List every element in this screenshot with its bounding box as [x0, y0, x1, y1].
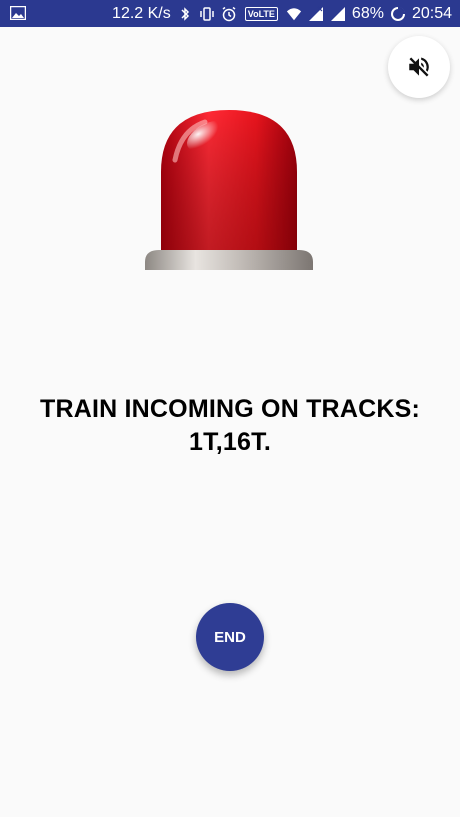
mute-button[interactable] — [388, 36, 450, 98]
siren-icon — [145, 110, 313, 270]
signal-icon-2 — [330, 6, 345, 21]
alert-line-1: TRAIN INCOMING ON TRACKS: — [40, 395, 420, 423]
wifi-icon — [286, 7, 302, 20]
bluetooth-icon — [181, 6, 189, 21]
vibrate-icon — [200, 6, 214, 21]
status-bar: 12.2 K/s VoLTE 68% 20:54 — [0, 0, 460, 27]
battery-icon — [390, 6, 406, 21]
end-button[interactable]: END — [196, 603, 264, 671]
alarm-icon — [222, 6, 236, 21]
end-button-label: END — [214, 628, 246, 646]
battery-percent: 68% — [351, 5, 384, 22]
volte-badge: VoLTE — [244, 6, 278, 21]
network-speed: 12.2 K/s — [112, 5, 171, 22]
signal-icon — [308, 6, 323, 21]
alert-line-2: 1T,16T. — [188, 428, 271, 456]
status-icons: 12.2 K/s VoLTE 68% 20:54 — [112, 0, 452, 27]
train-alert-message: TRAIN INCOMING ON TRACKS: 1T,16T. — [0, 393, 460, 459]
gallery-notification-icon — [10, 6, 26, 20]
volume-off-icon — [409, 57, 429, 77]
clock: 20:54 — [411, 5, 452, 22]
